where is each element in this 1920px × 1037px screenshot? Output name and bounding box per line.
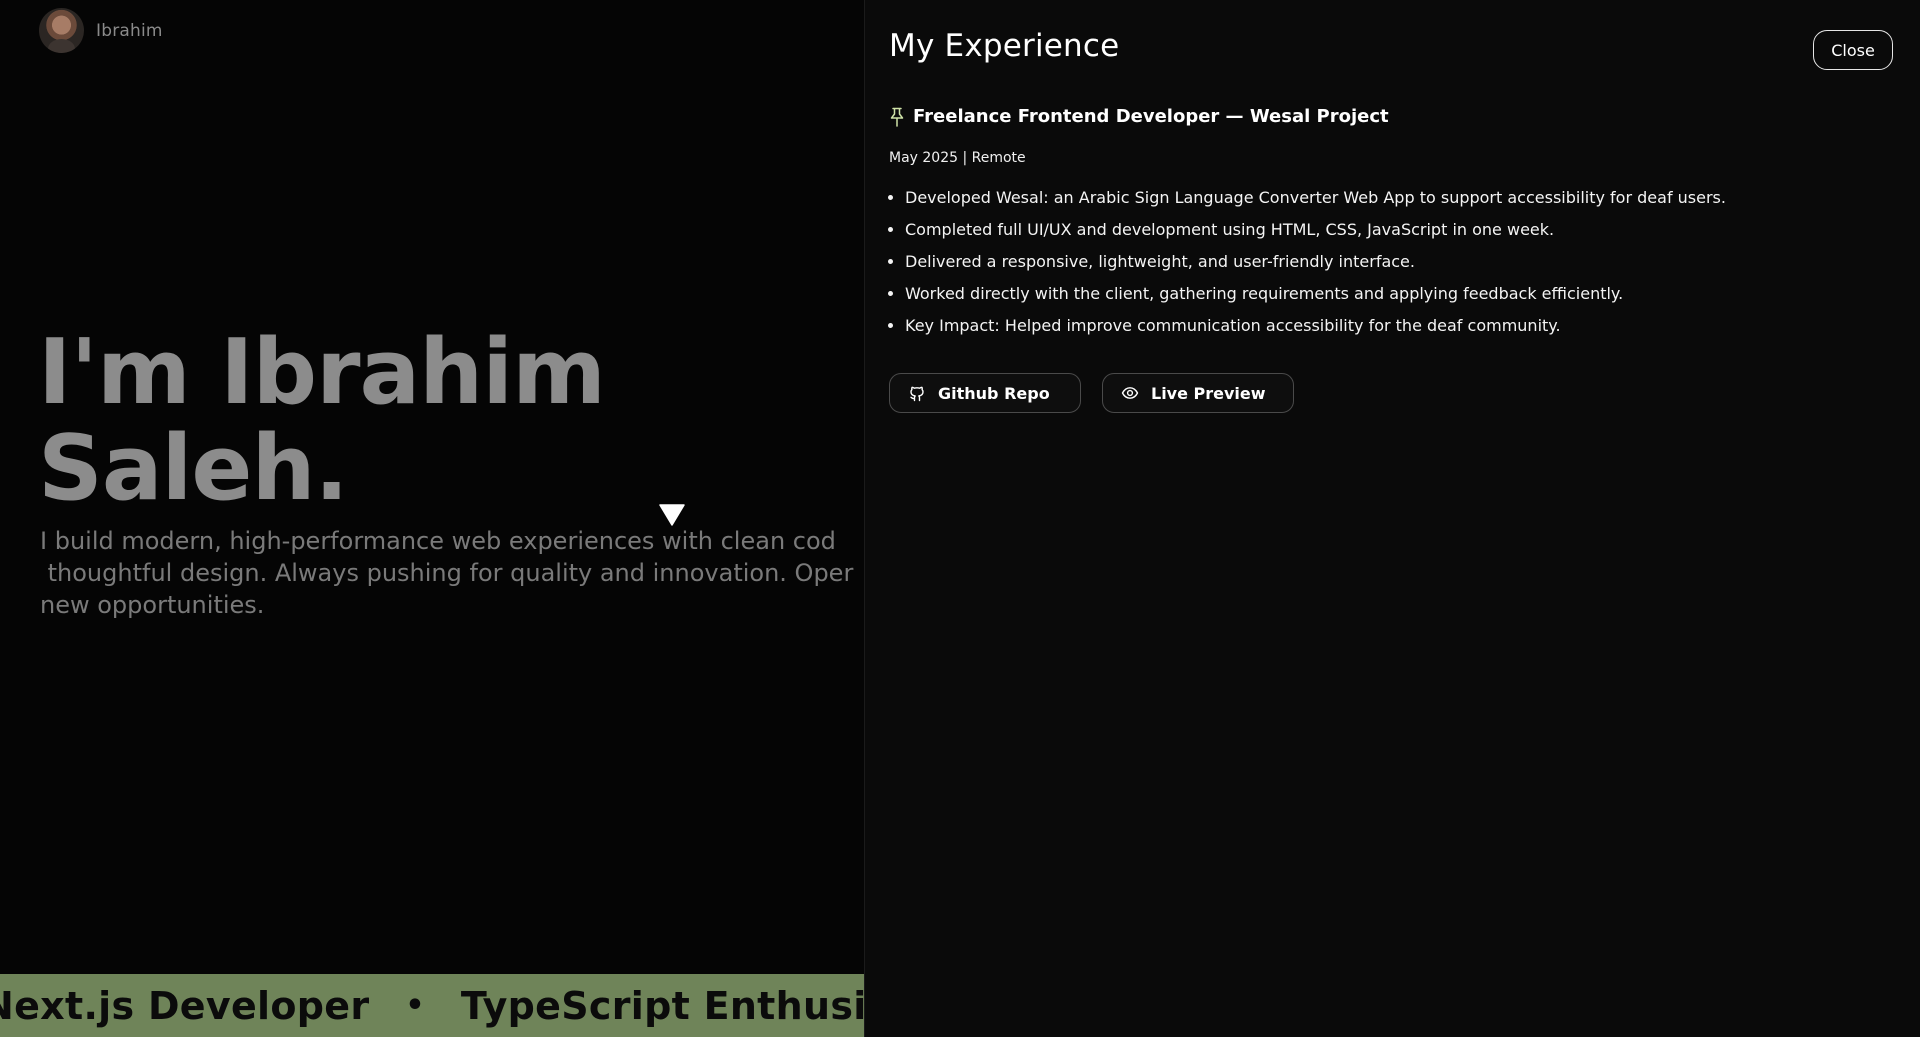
panel-title: My Experience [889, 28, 1120, 64]
hero-subtitle-line-2: thoughtful design. Always pushing for qu… [40, 559, 854, 587]
marquee-track: Next.js Developer • TypeScript Enthusias… [0, 974, 864, 1037]
job-bullets: Developed Wesal: an Arabic Sign Language… [889, 182, 1726, 342]
close-button[interactable]: Close [1813, 30, 1893, 70]
job-bullet: Developed Wesal: an Arabic Sign Language… [905, 182, 1726, 214]
hero-subtitle-clip: I build modern, high-performance web exp… [0, 0, 864, 1037]
cursor-pointer-icon [659, 504, 685, 526]
skills-marquee: Next.js Developer • TypeScript Enthusias… [0, 974, 864, 1037]
job-title-text: Freelance Frontend Developer — Wesal Pro… [913, 106, 1389, 127]
live-preview-button[interactable]: Live Preview [1102, 373, 1294, 413]
marquee-item: TypeScript Enthusiast [460, 983, 864, 1028]
pin-icon [890, 107, 904, 127]
github-repo-label: Github Repo [938, 383, 1050, 403]
github-repo-button[interactable]: Github Repo [889, 373, 1081, 413]
job-meta: May 2025 | Remote [889, 150, 1026, 166]
marquee-separator: • [405, 988, 425, 1023]
hero-subtitle-line-3: new opportunities. [40, 591, 265, 619]
page: Ibrahim I'm Ibrahim Saleh. I build moder… [0, 0, 1920, 1037]
job-bullet: Key Impact: Helped improve communication… [905, 310, 1726, 342]
live-preview-label: Live Preview [1151, 383, 1266, 403]
experience-panel: My Experience Close Freelance Frontend D… [865, 0, 1920, 1037]
github-icon [910, 386, 924, 402]
job-title: Freelance Frontend Developer — Wesal Pro… [889, 106, 1389, 127]
hero-subtitle: I build modern, high-performance web exp… [40, 525, 864, 621]
marquee-item: Next.js Developer [0, 983, 370, 1028]
portfolio-hero-section: Ibrahim I'm Ibrahim Saleh. I build moder… [0, 0, 864, 1037]
project-links: Github Repo Live Preview [889, 373, 1294, 413]
eye-icon [1121, 387, 1139, 399]
hero-subtitle-line-1: I build modern, high-performance web exp… [40, 527, 836, 555]
job-bullet: Completed full UI/UX and development usi… [905, 214, 1726, 246]
job-bullet: Delivered a responsive, lightweight, and… [905, 246, 1726, 278]
job-bullet: Worked directly with the client, gatheri… [905, 278, 1726, 310]
